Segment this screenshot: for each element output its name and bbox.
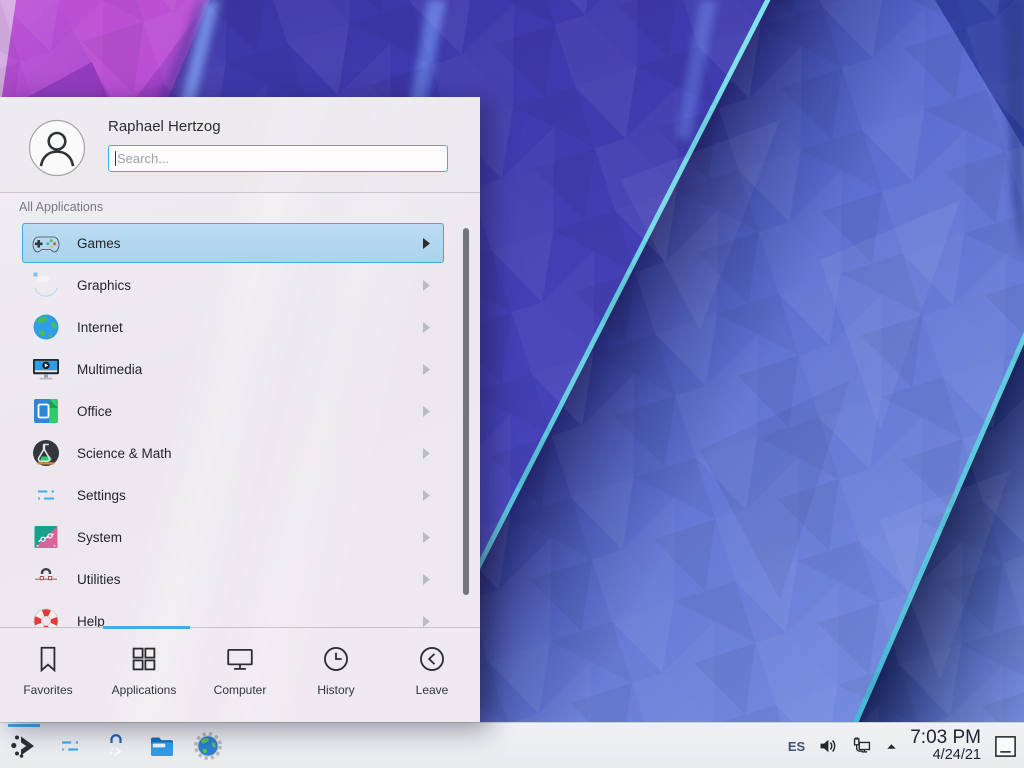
submenu-arrow-icon — [423, 616, 430, 627]
submenu-arrow-icon — [423, 364, 430, 375]
clock-time: 7:03 PM — [910, 728, 981, 748]
tab-label: Leave — [416, 683, 449, 697]
category-label: Settings — [77, 488, 423, 503]
graphics-icon — [30, 269, 62, 301]
show-desktop-button[interactable] — [993, 734, 1018, 759]
user-avatar[interactable] — [28, 119, 86, 177]
search-box[interactable] — [108, 145, 448, 172]
category-label: Multimedia — [77, 362, 423, 377]
taskbar-icon-kickoff-launcher[interactable] — [8, 730, 40, 762]
tab-computer[interactable]: Computer — [192, 644, 288, 722]
taskbar-icon-web-browser[interactable] — [192, 730, 224, 762]
category-label: Internet — [77, 320, 423, 335]
submenu-arrow-icon — [423, 490, 430, 501]
category-label: Science & Math — [77, 446, 423, 461]
system-tray: ES 7:03 PM 4/24/21 — [788, 723, 1018, 768]
utilities-icon — [30, 563, 62, 595]
taskbar-icon-system-settings[interactable] — [54, 730, 86, 762]
internet-icon — [30, 311, 62, 343]
games-icon — [30, 227, 62, 259]
category-list: Games Graphics Internet Multimedia Offic… — [0, 217, 480, 627]
volume-icon[interactable] — [817, 735, 839, 757]
submenu-arrow-icon — [423, 406, 430, 417]
taskbar-icon-file-manager[interactable] — [146, 730, 178, 762]
submenu-arrow-icon — [423, 280, 430, 291]
tab-label: Applications — [112, 683, 177, 697]
category-row-games[interactable]: Games — [22, 223, 444, 263]
search-input[interactable] — [117, 146, 437, 171]
leave-icon — [417, 644, 447, 674]
category-label: Utilities — [77, 572, 423, 587]
science-icon — [30, 437, 62, 469]
active-task-indicator — [8, 724, 40, 727]
taskbar: ES 7:03 PM 4/24/21 — [0, 722, 1024, 768]
category-row-office[interactable]: Office — [22, 391, 444, 431]
submenu-arrow-icon — [423, 238, 430, 249]
expand-tray-caret-icon[interactable] — [885, 740, 898, 753]
text-caret — [115, 151, 116, 166]
category-label: System — [77, 530, 423, 545]
kickoff-icon — [8, 730, 40, 762]
system-icon — [30, 521, 62, 553]
category-row-system[interactable]: System — [22, 517, 444, 557]
computer-icon — [225, 644, 255, 674]
tab-label: Computer — [214, 683, 267, 697]
clock-date: 4/24/21 — [933, 748, 981, 763]
submenu-arrow-icon — [423, 574, 430, 585]
tab-history[interactable]: History — [288, 644, 384, 722]
konqueror-icon — [192, 730, 224, 762]
history-icon — [321, 644, 351, 674]
digital-clock[interactable]: 7:03 PM 4/24/21 — [910, 728, 981, 763]
category-row-settings[interactable]: Settings — [22, 475, 444, 515]
tab-label: History — [317, 683, 354, 697]
category-row-graphics[interactable]: Graphics — [22, 265, 444, 305]
tab-leave[interactable]: Leave — [384, 644, 480, 722]
launcher-header: Raphael Hertzog — [0, 97, 480, 193]
submenu-arrow-icon — [423, 322, 430, 333]
taskbar-pinned-icons — [8, 730, 224, 762]
network-icon[interactable] — [851, 735, 873, 757]
category-row-science[interactable]: Science & Math — [22, 433, 444, 473]
discover-icon — [100, 730, 132, 762]
section-label: All Applications — [19, 200, 103, 214]
submenu-arrow-icon — [423, 532, 430, 543]
dolphin-icon — [146, 730, 178, 762]
applications-icon — [129, 644, 159, 674]
multimedia-icon — [30, 353, 62, 385]
office-icon — [30, 395, 62, 427]
scrollbar-thumb[interactable] — [463, 228, 469, 595]
submenu-arrow-icon — [423, 448, 430, 459]
taskbar-icon-discover[interactable] — [100, 730, 132, 762]
category-label: Office — [77, 404, 423, 419]
desktop: Raphael Hertzog All Applications Games G… — [0, 0, 1024, 768]
favorites-icon — [33, 644, 63, 674]
help-icon — [30, 605, 62, 627]
launcher-tabbar: Favorites Applications Computer History … — [0, 627, 480, 722]
keyboard-layout-indicator[interactable]: ES — [788, 739, 805, 754]
category-label: Help — [77, 614, 423, 628]
active-tab-indicator — [103, 626, 190, 629]
category-row-help[interactable]: Help — [22, 601, 444, 627]
category-label: Games — [77, 236, 423, 251]
tab-favorites[interactable]: Favorites — [0, 644, 96, 722]
category-row-multimedia[interactable]: Multimedia — [22, 349, 444, 389]
application-launcher: Raphael Hertzog All Applications Games G… — [0, 97, 480, 722]
user-name: Raphael Hertzog — [108, 118, 221, 135]
category-row-internet[interactable]: Internet — [22, 307, 444, 347]
category-row-utilities[interactable]: Utilities — [22, 559, 444, 599]
systemsettings-icon — [54, 730, 86, 762]
tab-label: Favorites — [23, 683, 72, 697]
tab-applications[interactable]: Applications — [96, 644, 192, 722]
category-label: Graphics — [77, 278, 423, 293]
settings-icon — [30, 479, 62, 511]
